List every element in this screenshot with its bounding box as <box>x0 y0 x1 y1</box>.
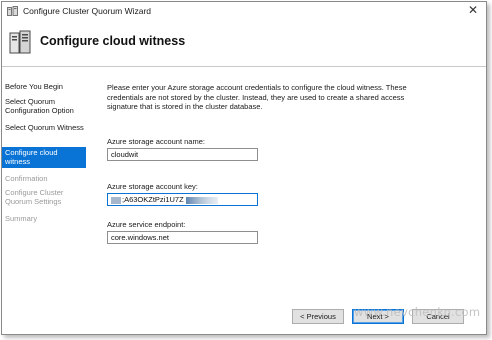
wizard-content: Please enter your Azure storage account … <box>97 67 482 334</box>
previous-button[interactable]: < Previous <box>292 309 344 324</box>
nav-step-select-quorum-witness[interactable]: Select Quorum Witness <box>2 122 86 134</box>
account-name-value: cloudwit <box>111 150 139 159</box>
nav-step-configure-cluster-quorum-settings: Configure Cluster Quorum Settings <box>5 188 64 206</box>
endpoint-value: core.windows.net <box>111 233 169 242</box>
redacted-key-end <box>185 196 218 204</box>
nav-step-confirmation: Confirmation <box>5 174 48 183</box>
wizard-header: Configure cloud witness <box>2 20 486 66</box>
redacted-key-start <box>111 196 121 204</box>
instructions-text: Please enter your Azure storage account … <box>107 83 407 111</box>
wizard-body: Before You Begin Select Quorum Configura… <box>2 67 486 334</box>
cluster-app-icon <box>7 6 18 16</box>
nav-step-configure-cloud-witness[interactable]: Configure cloud witness <box>2 147 86 168</box>
nav-step-select-quorum-configuration[interactable]: Select Quorum Configuration Option <box>2 96 86 117</box>
nav-step-before-you-begin[interactable]: Before You Begin <box>2 81 86 93</box>
nav-step-summary: Summary <box>5 214 38 223</box>
endpoint-label: Azure service endpoint: <box>107 220 186 229</box>
account-key-field[interactable]: ;A63OKZtPzi1U7Z <box>107 193 258 206</box>
cluster-server-icon <box>9 30 31 54</box>
endpoint-field[interactable]: core.windows.net <box>107 231 258 244</box>
account-key-visible: ;A63OKZtPzi1U7Z <box>122 195 184 204</box>
wizard-steps-nav: Before You Begin Select Quorum Configura… <box>2 67 86 334</box>
watermark-text: www.nevchenko.com <box>354 305 481 319</box>
account-name-field[interactable]: cloudwit <box>107 148 258 161</box>
title-bar[interactable]: Configure Cluster Quorum Wizard ✕ <box>2 2 486 20</box>
page-title: Configure cloud witness <box>40 34 186 48</box>
account-name-label: Azure storage account name: <box>107 137 205 146</box>
account-key-label: Azure storage account key: <box>107 182 198 191</box>
wizard-window: Configure Cluster Quorum Wizard ✕ Config… <box>1 1 487 335</box>
close-button[interactable]: ✕ <box>462 3 484 18</box>
window-title: Configure Cluster Quorum Wizard <box>23 6 152 16</box>
